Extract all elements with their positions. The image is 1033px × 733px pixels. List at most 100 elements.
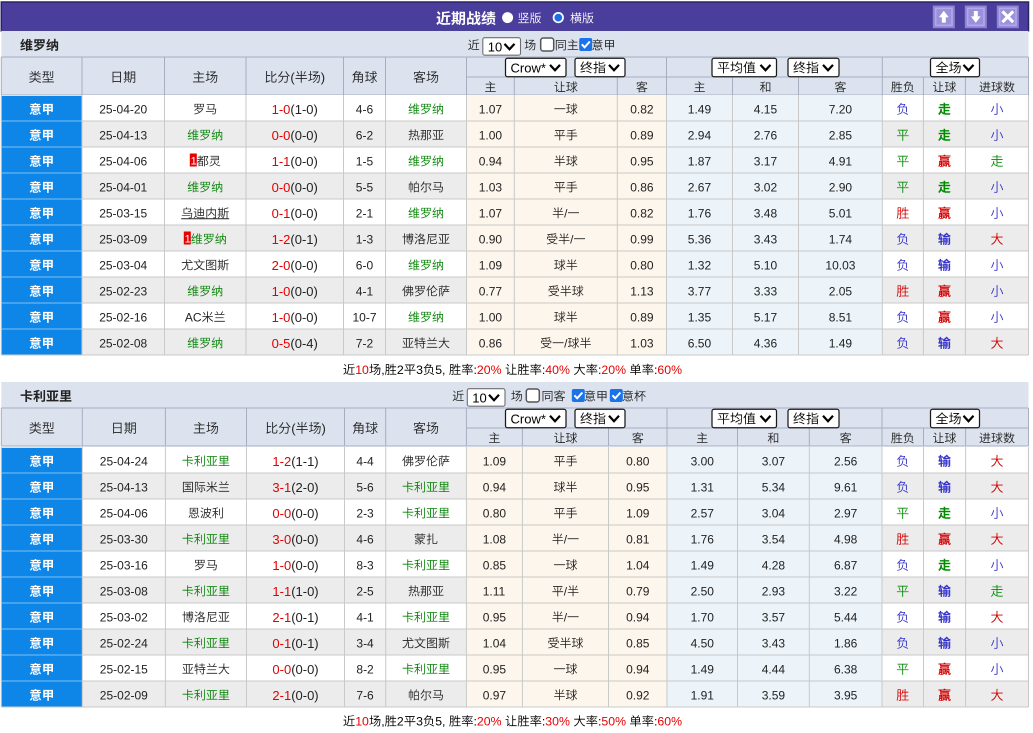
svg-text:3-1: 3-1 <box>272 480 291 495</box>
svg-text:3.77: 3.77 <box>688 284 712 298</box>
svg-text:0.77: 0.77 <box>479 284 503 298</box>
svg-text:2-5: 2-5 <box>356 584 374 598</box>
svg-text:0.82: 0.82 <box>630 102 654 116</box>
svg-text:0.89: 0.89 <box>630 128 654 142</box>
svg-text:1-5: 1-5 <box>356 154 374 168</box>
svg-text:5.10: 5.10 <box>754 258 778 272</box>
svg-text:2-1: 2-1 <box>272 610 291 625</box>
svg-text:9.61: 9.61 <box>834 480 858 494</box>
svg-text:20%: 20% <box>477 363 502 377</box>
svg-text:25-02-15: 25-02-15 <box>100 662 148 676</box>
svg-text:0.80: 0.80 <box>626 454 650 468</box>
svg-text:(0-0): (0-0) <box>290 258 317 273</box>
svg-text:0-0: 0-0 <box>272 506 291 521</box>
svg-text:4.50: 4.50 <box>691 636 715 650</box>
svg-text:(0-0): (0-0) <box>290 154 317 169</box>
svg-text:25-04-01: 25-04-01 <box>99 180 147 194</box>
svg-text:25-03-16: 25-03-16 <box>100 558 148 572</box>
svg-text:(0-0): (0-0) <box>291 688 318 703</box>
svg-text:6.50: 6.50 <box>688 336 712 350</box>
svg-text:25-04-13: 25-04-13 <box>99 128 147 142</box>
svg-text:1.86: 1.86 <box>834 636 858 650</box>
svg-text:1-1: 1-1 <box>272 154 291 169</box>
svg-text:0.86: 0.86 <box>479 336 503 350</box>
svg-text:1.32: 1.32 <box>688 258 712 272</box>
svg-text:3.00: 3.00 <box>691 454 715 468</box>
svg-text:4-6: 4-6 <box>356 532 374 546</box>
svg-text:0.81: 0.81 <box>626 532 650 546</box>
svg-text:0.85: 0.85 <box>483 558 507 572</box>
svg-text:1.31: 1.31 <box>691 480 715 494</box>
svg-text:1.11: 1.11 <box>483 584 506 598</box>
svg-text:1.91: 1.91 <box>691 688 715 702</box>
svg-text:1: 1 <box>185 233 191 245</box>
svg-text:1.03: 1.03 <box>630 336 654 350</box>
svg-text:0.95: 0.95 <box>483 662 507 676</box>
svg-text:1.74: 1.74 <box>829 232 853 246</box>
svg-text:0.85: 0.85 <box>626 636 650 650</box>
svg-text:5,: 5, <box>435 715 445 729</box>
svg-text:1.09: 1.09 <box>479 258 503 272</box>
svg-text:(0-0): (0-0) <box>290 180 317 195</box>
svg-text:2.56: 2.56 <box>834 454 858 468</box>
svg-text:1.09: 1.09 <box>626 506 650 520</box>
svg-text:5.44: 5.44 <box>834 610 858 624</box>
svg-text:2.94: 2.94 <box>688 128 712 142</box>
svg-text:(0-0): (0-0) <box>291 558 318 573</box>
svg-text:1.49: 1.49 <box>829 336 853 350</box>
svg-text:(2-0): (2-0) <box>291 480 318 495</box>
svg-text:25-04-06: 25-04-06 <box>99 154 147 168</box>
svg-text:(0-0): (0-0) <box>290 284 317 299</box>
svg-text:25-03-04: 25-03-04 <box>99 258 147 272</box>
svg-text:1.08: 1.08 <box>483 532 507 546</box>
svg-text:1: 1 <box>191 155 197 167</box>
svg-text:0.80: 0.80 <box>630 258 654 272</box>
svg-text:10: 10 <box>355 715 369 729</box>
svg-text:8-2: 8-2 <box>356 662 374 676</box>
svg-text:0.90: 0.90 <box>479 232 503 246</box>
svg-text:3.17: 3.17 <box>754 154 778 168</box>
svg-text:1.70: 1.70 <box>691 610 715 624</box>
svg-text:2.57: 2.57 <box>691 506 715 520</box>
svg-text:1.76: 1.76 <box>688 206 712 220</box>
svg-text:3.02: 3.02 <box>754 180 778 194</box>
svg-text:0.79: 0.79 <box>626 584 650 598</box>
svg-text:3.48: 3.48 <box>754 206 778 220</box>
svg-text:(: ( <box>291 421 296 436</box>
svg-text:0-1: 0-1 <box>272 206 291 221</box>
svg-text:0-5: 0-5 <box>272 336 291 351</box>
svg-text:1.07: 1.07 <box>479 102 503 116</box>
svg-text:10: 10 <box>472 390 486 405</box>
svg-text:4-6: 4-6 <box>356 102 374 116</box>
svg-text:1-1: 1-1 <box>272 584 291 599</box>
svg-text:50%: 50% <box>601 715 626 729</box>
svg-text:0.95: 0.95 <box>483 610 507 624</box>
svg-text:5.17: 5.17 <box>754 310 778 324</box>
svg-text:25-02-24: 25-02-24 <box>100 636 148 650</box>
svg-text:2.05: 2.05 <box>829 284 853 298</box>
svg-text:0-0: 0-0 <box>272 662 291 677</box>
svg-text:5.36: 5.36 <box>688 232 712 246</box>
svg-text:5-6: 5-6 <box>356 480 374 494</box>
svg-text:1.49: 1.49 <box>688 102 712 116</box>
svg-text:3-0: 3-0 <box>272 532 291 547</box>
svg-text:0.94: 0.94 <box>626 610 650 624</box>
svg-text:4.44: 4.44 <box>762 662 786 676</box>
svg-text:10: 10 <box>355 363 369 377</box>
svg-text:,: , <box>381 363 384 377</box>
svg-text:0.95: 0.95 <box>630 154 654 168</box>
svg-text:0-0: 0-0 <box>272 128 291 143</box>
svg-text:5.34: 5.34 <box>762 480 786 494</box>
svg-text:3: 3 <box>416 363 423 377</box>
svg-text:(0-1): (0-1) <box>290 232 317 247</box>
svg-text:25-04-13: 25-04-13 <box>100 480 148 494</box>
svg-text:0.80: 0.80 <box>483 506 507 520</box>
svg-text:1.04: 1.04 <box>626 558 650 572</box>
svg-text:2: 2 <box>397 715 404 729</box>
svg-text:25-03-02: 25-03-02 <box>100 610 148 624</box>
svg-text:3-4: 3-4 <box>356 636 374 650</box>
svg-text:4.91: 4.91 <box>829 154 853 168</box>
svg-text:(0-0): (0-0) <box>291 506 318 521</box>
svg-text:3.07: 3.07 <box>762 454 786 468</box>
svg-text:25-02-23: 25-02-23 <box>99 284 147 298</box>
